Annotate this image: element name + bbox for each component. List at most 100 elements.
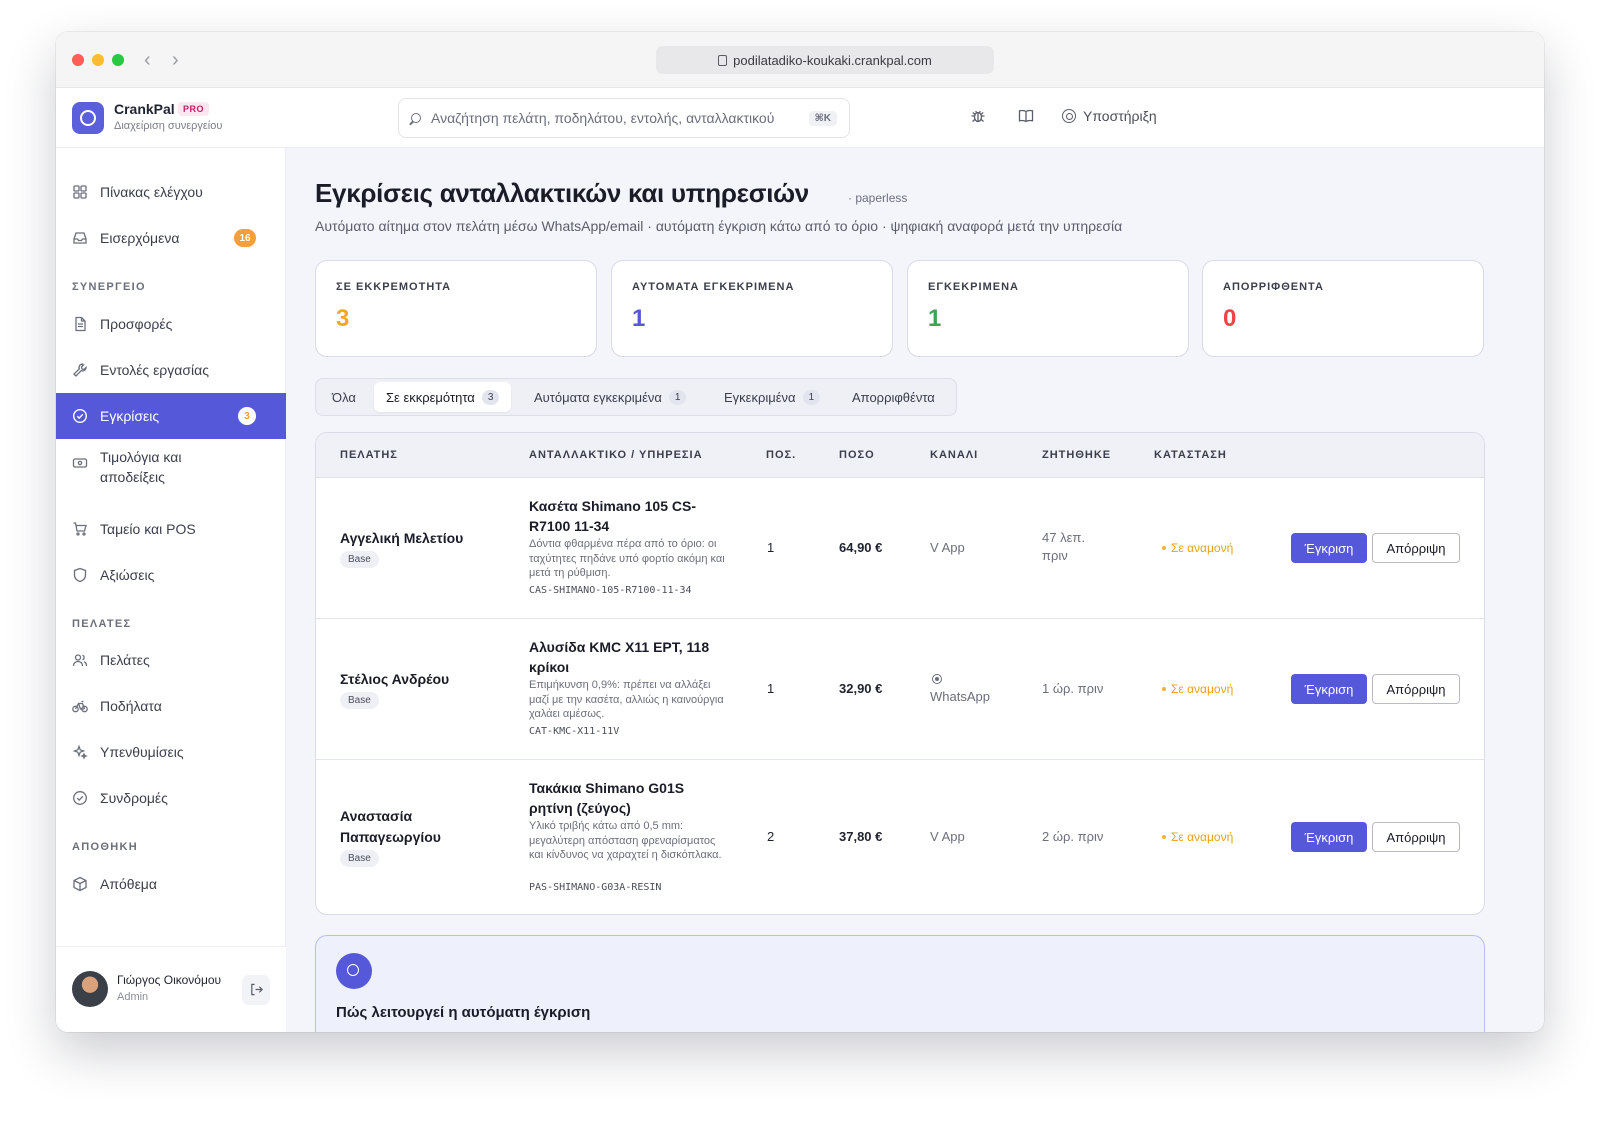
customer-tier-badge: Base [340, 850, 379, 867]
check-circle-icon [72, 790, 88, 806]
back-arrow-icon[interactable]: ‹ [144, 46, 151, 74]
sidebar-item-label: Υπενθυμίσεις [100, 744, 184, 760]
status-badge: Σε αναμονή [1162, 541, 1233, 555]
part-name: Τακάκια Shimano G01S ρητίνη (ζεύγος) [529, 780, 685, 816]
stat-label: ΑΠΟΡΡΙΦΘΕΝΤΑ [1223, 281, 1324, 293]
status-dot-icon [1162, 687, 1166, 691]
reject-button[interactable]: Απόρριψη [1372, 674, 1460, 704]
quantity: 2 [767, 829, 775, 844]
sidebar-item-subscriptions[interactable]: Συνδρομές [56, 775, 286, 821]
column-header-qty: ΠΟΣ. [766, 449, 797, 461]
stat-label: ΣΕ ΕΚΚΡΕΜΟΤΗΤΑ [336, 281, 452, 293]
sidebar-item-label: Απόθεμα [100, 876, 157, 892]
sidebar-item-label: Ταμείο και POS [100, 521, 196, 537]
part-sku: PAS-SHIMANO-G03A-RESIN [529, 882, 662, 893]
search-input[interactable] [431, 110, 799, 126]
pro-badge: PRO [178, 102, 210, 116]
support-link[interactable]: Υποστήριξη [1062, 108, 1157, 124]
column-header-part: ΑΝΤΑΛΛΑΚΤΙΚΟ / ΥΠΗΡΕΣΙΑ [529, 449, 703, 461]
stat-value: 3 [336, 305, 350, 332]
customer-name: Αναστασία Παπαγεωργίου [340, 808, 441, 845]
maximize-window-button[interactable] [112, 54, 124, 66]
global-search[interactable]: ⌘K [398, 98, 850, 138]
sidebar-item-label: Εντολές εργασίας [100, 362, 209, 378]
check-circle-icon [72, 408, 88, 424]
customer-tier-badge: Base [340, 551, 379, 568]
sidebar-item-customers[interactable]: Πελάτες [56, 637, 286, 683]
stat-value: 0 [1223, 305, 1237, 332]
close-window-button[interactable] [72, 54, 84, 66]
sidebar-item-approvals[interactable]: Εγκρίσεις 3 [56, 393, 286, 439]
approve-button[interactable]: Έγκριση [1291, 674, 1367, 704]
reject-button[interactable]: Απόρριψη [1372, 533, 1460, 563]
info-title: Πώς λειτουργεί η αυτόματη έγκριση [336, 1004, 591, 1021]
sidebar-item-label: Πίνακας ελέγχου [100, 184, 203, 200]
wrench-icon [72, 362, 88, 378]
crankpal-logo[interactable] [72, 102, 104, 134]
tab-pending[interactable]: Σε εκκρεμότητα 3 [374, 382, 512, 412]
forward-arrow-icon[interactable]: › [172, 46, 179, 74]
sidebar-item-work-orders[interactable]: Εντολές εργασίας [56, 347, 286, 393]
approve-button[interactable]: Έγκριση [1291, 822, 1367, 852]
tab-auto-approved[interactable]: Αυτόματα εγκεκριμένα 1 [522, 382, 698, 412]
column-header-channel: ΚΑΝΑΛΙ [930, 449, 979, 461]
section-label-warehouse: ΑΠΟΘΗΚΗ [72, 841, 138, 853]
url-text: podilatadiko-koukaki.crankpal.com [733, 52, 932, 68]
minimize-window-button[interactable] [92, 54, 104, 66]
shield-icon [72, 567, 88, 583]
logout-button[interactable] [242, 975, 270, 1005]
tab-all[interactable]: Όλα [320, 382, 368, 412]
lifebuoy-icon [1062, 109, 1076, 123]
sidebar-item-bikes[interactable]: Ποδήλατα [56, 683, 286, 729]
status-label: Σε αναμονή [1171, 682, 1234, 696]
tab-approved[interactable]: Εγκεκριμένα 1 [712, 382, 832, 412]
part-note: Δόντια φθαρμένα πέρα από το όριο: οι ταχ… [529, 538, 725, 579]
bug-report-icon[interactable] [968, 108, 988, 128]
column-header-customer: ΠΕΛΑΤΗΣ [340, 449, 398, 461]
sidebar-item-stock[interactable]: Απόθεμα [56, 861, 286, 907]
user-role: Admin [117, 991, 149, 1003]
sidebar-item-claims[interactable]: Αξιώσεις [56, 552, 286, 598]
approve-button[interactable]: Έγκριση [1291, 533, 1367, 563]
customer-name: Αγγελική Μελετίου [340, 530, 464, 546]
sidebar-item-reminders[interactable]: Υπενθυμίσεις [56, 729, 286, 775]
search-shortcut: ⌘K [808, 110, 837, 126]
sidebar-item-quotes[interactable]: Προσφορές [56, 301, 286, 347]
sidebar-item-label: Τιμολόγια και αποδείξεις [100, 449, 182, 485]
tab-label: Σε εκκρεμότητα [386, 389, 475, 405]
docs-book-icon[interactable] [1016, 108, 1036, 128]
customer-tier-badge: Base [340, 692, 379, 709]
sidebar-item-invoices[interactable]: Τιμολόγια και αποδείξεις [56, 439, 286, 501]
sidebar-item-inbox[interactable]: Εισερχόμενα 16 [56, 215, 286, 261]
status-label: Σε αναμονή [1171, 830, 1234, 844]
app-header: CrankPal PRO Διαχείριση συνεργείου ⌘K Υπ… [56, 88, 1544, 148]
table-row: Αγγελική Μελετίου Base Κασέτα Shimano 10… [316, 478, 1484, 619]
column-header-amount: ΠΟΣΟ [839, 449, 875, 461]
part-sku: CAS-SHIMANO-105-R7100-11-34 [529, 585, 692, 596]
address-bar[interactable]: podilatadiko-koukaki.crankpal.com [656, 46, 994, 74]
sidebar-item-label: Προσφορές [100, 316, 173, 332]
tab-rejected[interactable]: Απορριφθέντα [840, 382, 947, 412]
part-note: Υλικό τριβής κάτω από 0,5 mm: μεγαλύτερη… [529, 820, 722, 861]
avatar[interactable] [72, 971, 108, 1007]
browser-window: ‹ › podilatadiko-koukaki.crankpal.com Cr… [56, 32, 1544, 1032]
sidebar-item-label: Εγκρίσεις [100, 408, 160, 424]
inbox-tray-icon [72, 230, 88, 246]
stat-card-approved: ΕΓΚΕΚΡΙΜΕΝΑ 1 [907, 260, 1189, 357]
sidebar-item-label: Αξιώσεις [100, 567, 155, 583]
amount: 37,80 € [839, 829, 883, 844]
part-sku: CAT-KMC-X11-11V [529, 726, 620, 737]
table-header: ΠΕΛΑΤΗΣ ΑΝΤΑΛΛΑΚΤΙΚΟ / ΥΠΗΡΕΣΙΑ ΠΟΣ. ΠΟΣ… [316, 433, 1484, 478]
search-icon [411, 113, 421, 123]
receipt-icon [72, 455, 88, 471]
channel: V App [930, 829, 965, 844]
reject-button[interactable]: Απόρριψη [1372, 822, 1460, 852]
approvals-count-badge: 3 [238, 407, 256, 425]
part-note: Επιμήκυνση 0,9%: πρέπει να αλλάξει μαζί … [529, 679, 724, 720]
sidebar-item-pos[interactable]: Ταμείο και POS [56, 506, 286, 552]
column-header-status: ΚΑΤΑΣΤΑΣΗ [1154, 449, 1227, 461]
stat-card-auto-approved: ΑΥΤΟΜΑΤΑ ΕΓΚΕΚΡΙΜΕΝΑ 1 [611, 260, 893, 357]
status-badge: Σε αναμονή [1162, 830, 1233, 844]
user-name: Γιώργος Οικονόμου [117, 973, 222, 987]
sidebar-item-dashboard[interactable]: Πίνακας ελέγχου [56, 169, 286, 215]
